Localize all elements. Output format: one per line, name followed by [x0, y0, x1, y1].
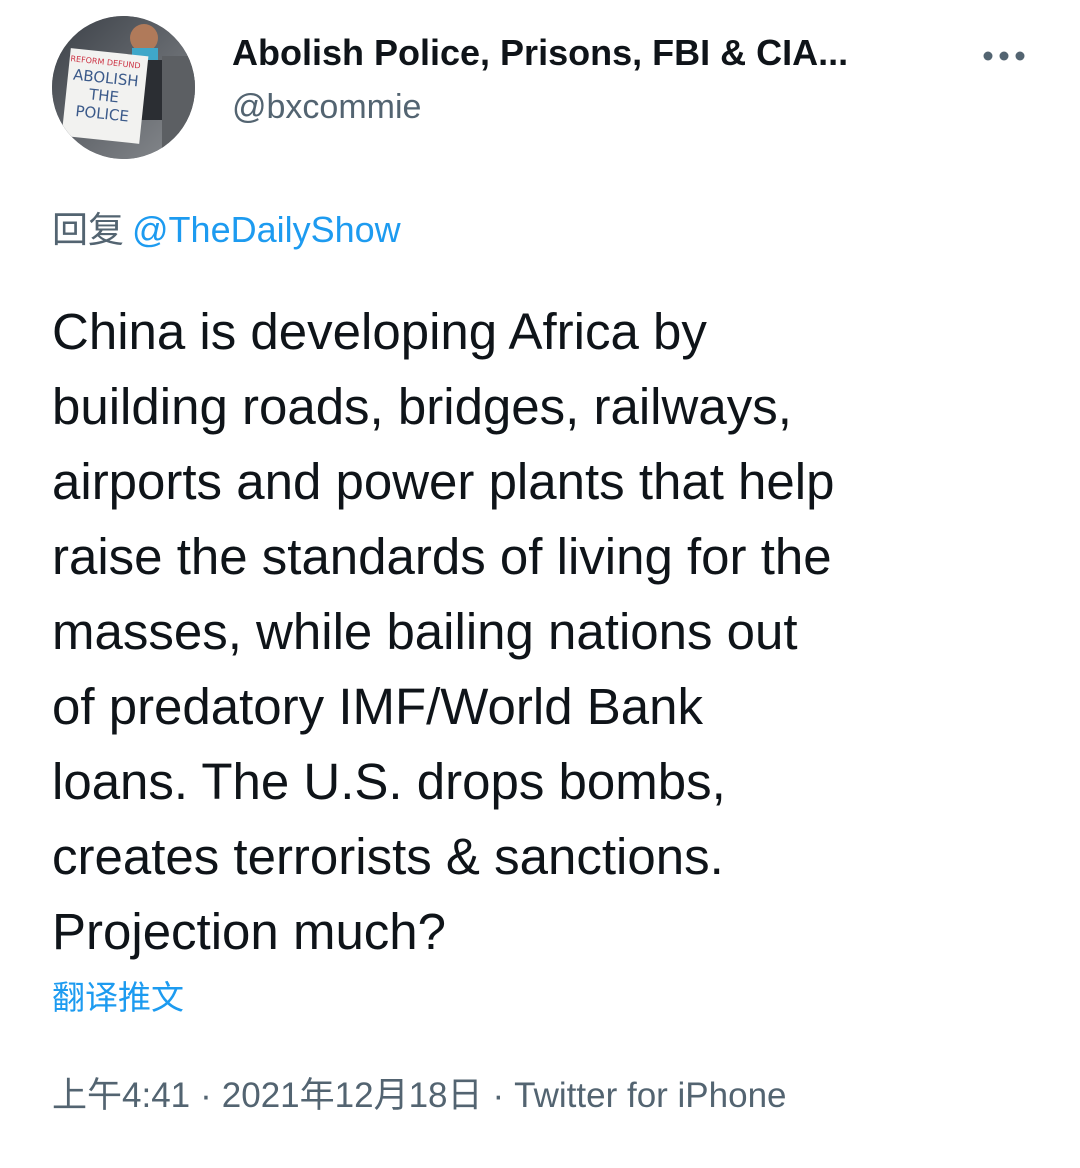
translate-tweet-link[interactable]: 翻译推文 — [52, 976, 184, 1020]
display-name[interactable]: Abolish Police, Prisons, FBI & CIA... — [232, 30, 932, 76]
more-dots-icon — [983, 51, 1025, 61]
tweet-text-line: China is developing Africa by — [52, 303, 707, 360]
tweet-text-line: airports and power plants that help — [52, 453, 835, 510]
meta-separator: · — [492, 1076, 505, 1115]
tweet-source-link[interactable]: Twitter for iPhone — [514, 1076, 786, 1115]
tweet-text-line: creates terrorists & sanctions. — [52, 828, 724, 885]
meta-separator: · — [200, 1076, 212, 1115]
reply-context: 回复 @TheDailyShow — [52, 206, 401, 254]
tweet-metadata: 上午4:41 · 2021年12月18日 · Twitter for iPhone — [52, 1072, 787, 1120]
tweet-date[interactable]: 2021年12月18日 — [222, 1076, 483, 1115]
more-options-button[interactable] — [976, 36, 1032, 76]
avatar-image: REFORM DEFUND ABOLISH THE POLICE — [52, 16, 195, 159]
tweet-text-line: Projection much? — [52, 903, 447, 960]
reply-prefix: 回复 — [52, 209, 125, 250]
tweet-text-line: raise the standards of living for the — [52, 528, 832, 585]
tweet-text-line: building roads, bridges, railways, — [52, 378, 792, 435]
tweet-text-line: of predatory IMF/World Bank — [52, 678, 703, 735]
tweet-text-line: loans. The U.S. drops bombs, — [52, 753, 726, 810]
tweet-time[interactable]: 上午4:41 — [52, 1076, 190, 1115]
tweet: REFORM DEFUND ABOLISH THE POLICE Abolish… — [0, 0, 1080, 1168]
user-handle[interactable]: @bxcommie — [232, 84, 932, 130]
tweet-text-line: masses, while bailing nations out — [52, 603, 798, 660]
reply-target-link[interactable]: @TheDailyShow — [132, 209, 401, 250]
tweet-text: China is developing Africa by building r… — [52, 294, 1042, 969]
author-info[interactable]: Abolish Police, Prisons, FBI & CIA... @b… — [232, 30, 932, 130]
avatar[interactable]: REFORM DEFUND ABOLISH THE POLICE — [52, 16, 195, 159]
